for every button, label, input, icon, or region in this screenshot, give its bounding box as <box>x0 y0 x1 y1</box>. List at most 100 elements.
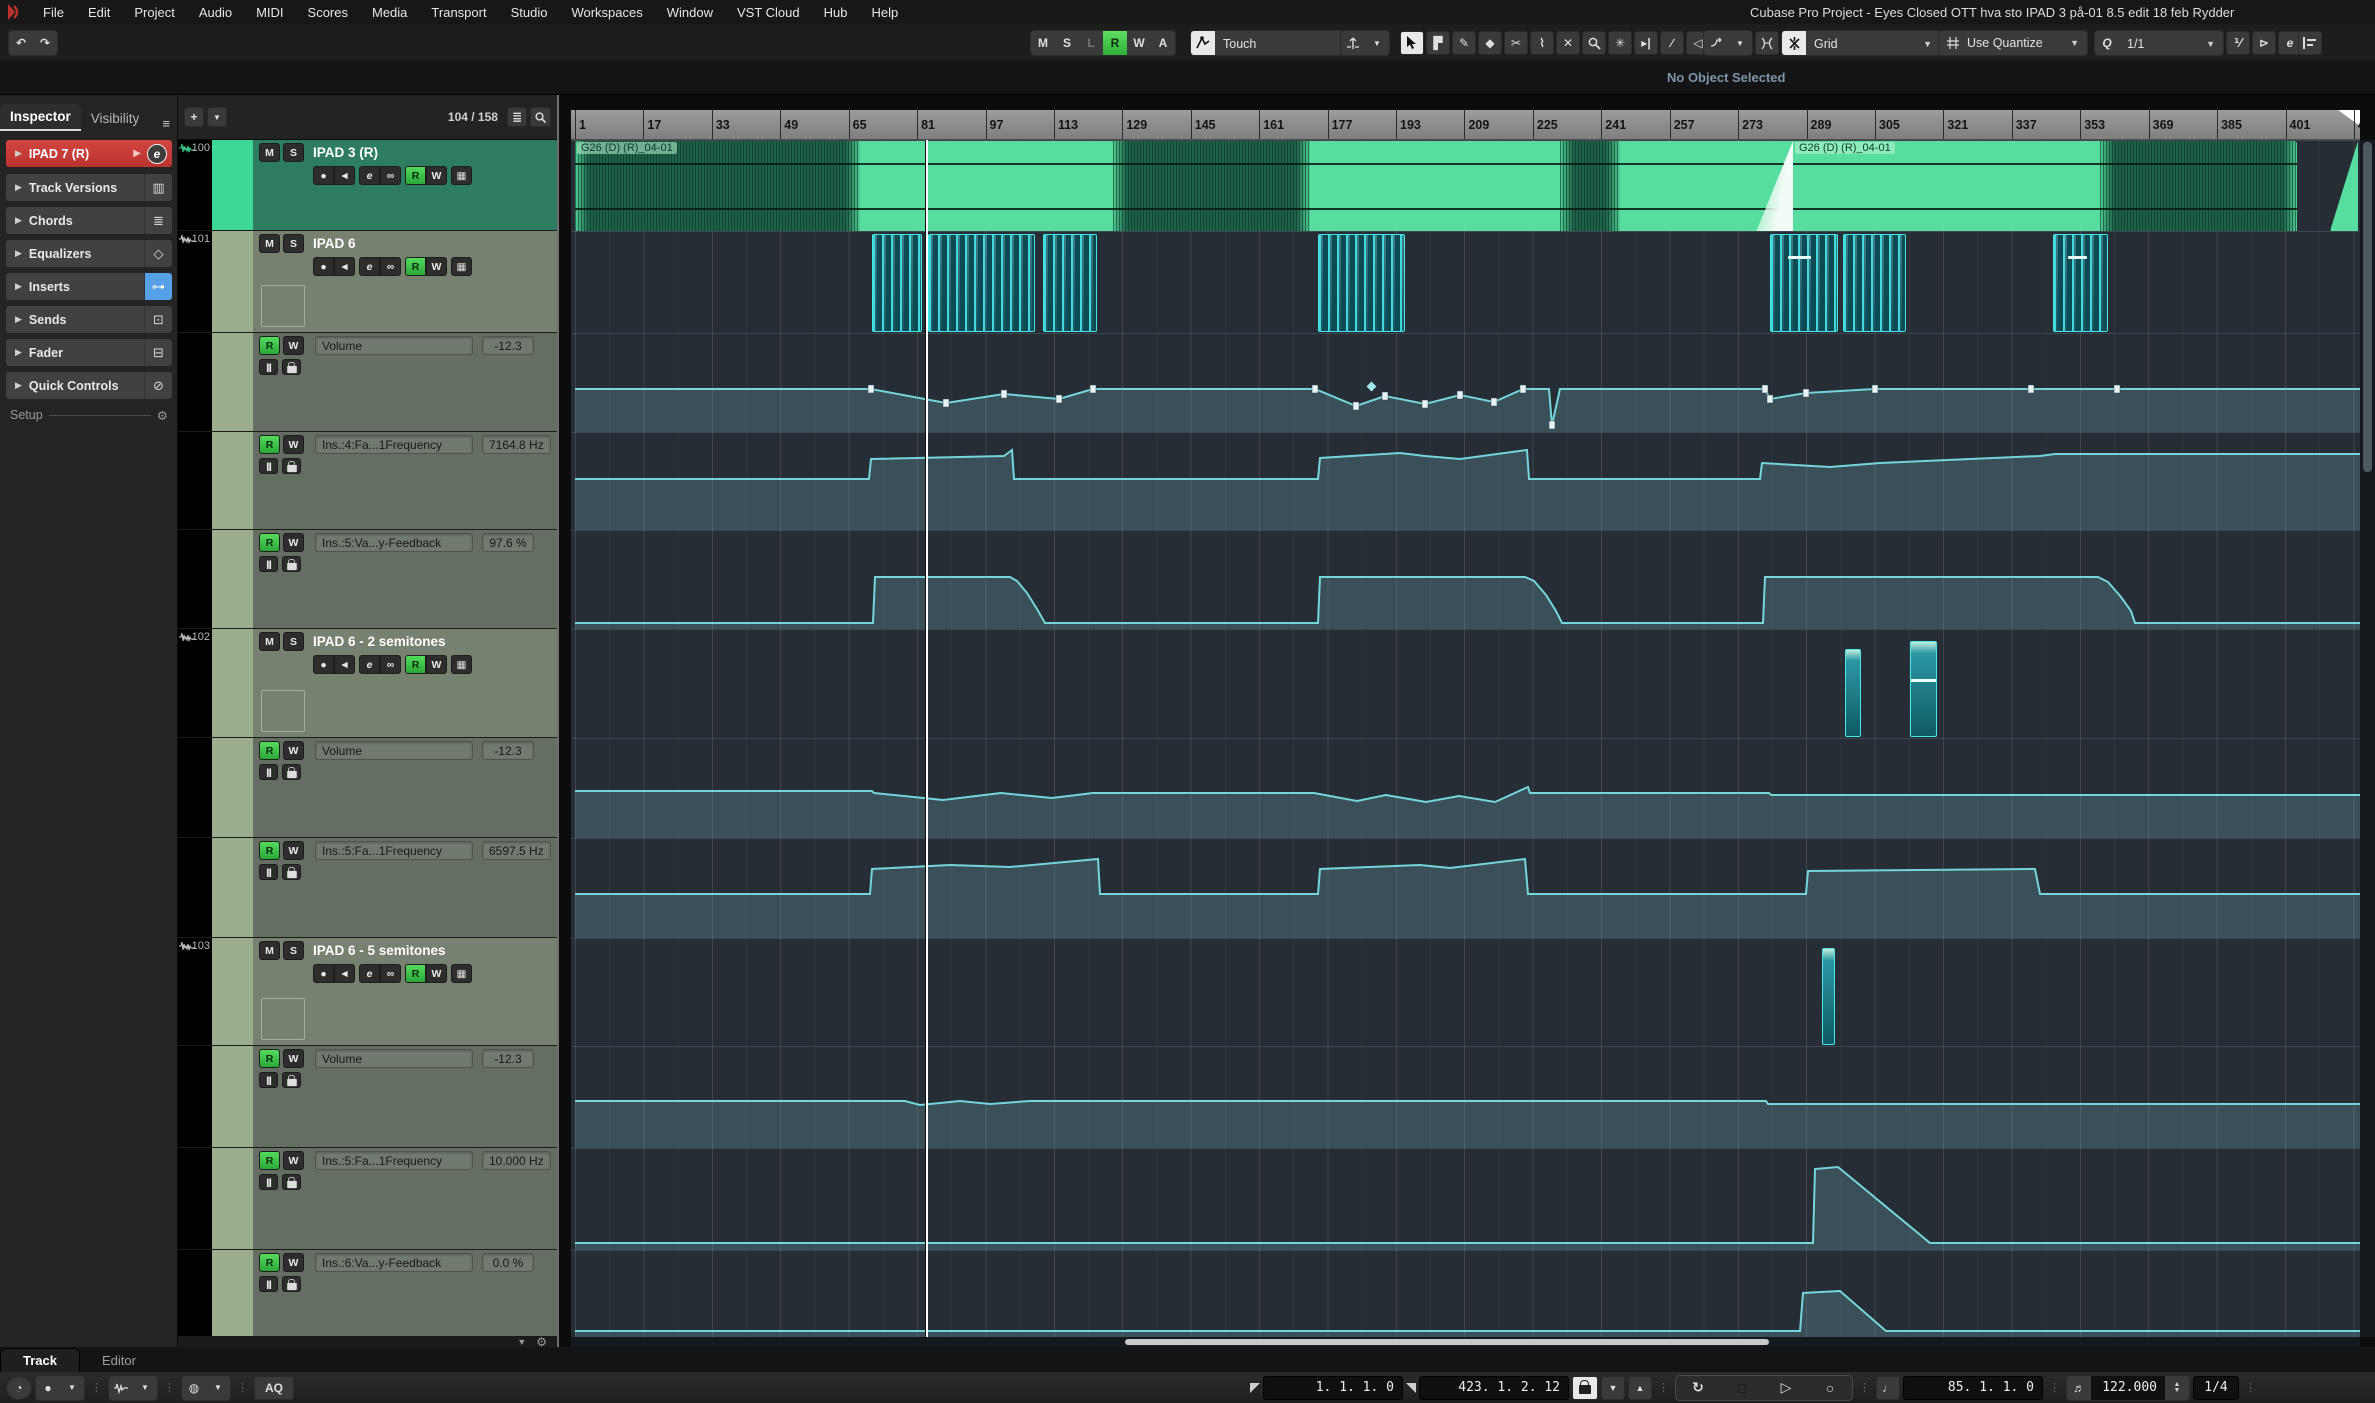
audio-quantize-button[interactable]: AQ <box>254 1376 294 1400</box>
suspend-read-button[interactable]: ||| <box>259 1276 278 1292</box>
solo-button[interactable]: S <box>283 234 304 253</box>
range-selection-tool-icon[interactable]: ▛ <box>1426 31 1450 55</box>
suspend-read-button[interactable]: ||| <box>259 359 278 375</box>
read-automation-button[interactable]: R <box>259 841 280 860</box>
track-row-body[interactable]: MSIPAD 3 (R)●◄e∞RW▦ <box>253 140 557 230</box>
read-automation-button[interactable]: R <box>259 741 280 760</box>
audio-event-ipad3[interactable]: G26 (D) (R)_04-01G26 (D) (R)_04-01 <box>575 141 2297 231</box>
lock-icon[interactable] <box>282 359 301 375</box>
inspector-section-quick-controls[interactable]: ▶Quick Controls⊘ <box>6 372 172 399</box>
track-search-icon[interactable] <box>530 107 551 127</box>
record-enable-button[interactable]: ● <box>313 964 334 983</box>
line-tool-icon[interactable]: ∕ <box>1660 31 1684 55</box>
write-automation-button[interactable]: W <box>283 1151 304 1170</box>
automation-curve-freq-102[interactable] <box>571 839 2360 939</box>
track-event-lane[interactable] <box>571 938 2360 1046</box>
freeze-button[interactable]: ∞ <box>380 257 401 276</box>
vertical-scrollbar[interactable] <box>2360 140 2375 1337</box>
audio-event-small[interactable] <box>1845 649 1861 737</box>
write-automation-button[interactable]: W <box>426 655 447 674</box>
write-automation-button[interactable]: W <box>283 741 304 760</box>
read-automation-button[interactable]: R <box>405 257 426 276</box>
suspend-read-button[interactable]: ||| <box>259 458 278 474</box>
glue-tool-icon[interactable]: ⌇ <box>1530 31 1554 55</box>
inspector-section-inserts[interactable]: ▶Inserts⊶ <box>6 273 172 300</box>
automation-value-field[interactable]: 10.000 Hz <box>482 1151 551 1170</box>
punch-out-icon[interactable]: ▲ <box>1628 1376 1652 1400</box>
right-locator-icon[interactable] <box>1406 1383 1416 1393</box>
add-track-caret[interactable]: ▼ <box>207 107 227 127</box>
cycle-button[interactable]: ↻ <box>1676 1376 1720 1400</box>
record-enable-button[interactable]: ● <box>313 257 334 276</box>
edit-channel-button[interactable]: e <box>147 144 167 164</box>
automation-lane-row[interactable]: RWIns.:4:Fa...1Frequency7164.8 Hz||| <box>178 432 557 530</box>
edit-channel-button[interactable]: e <box>359 166 380 185</box>
tab-editor[interactable]: Editor <box>80 1349 158 1372</box>
triplet-icon[interactable]: ⅟ <box>2226 31 2250 55</box>
locator-lock-icon[interactable] <box>1572 1376 1598 1400</box>
menu-scores[interactable]: Scores <box>298 3 358 22</box>
chords-icon[interactable]: ≣ <box>144 207 172 234</box>
lock-icon[interactable] <box>282 1072 301 1088</box>
state-button-s[interactable]: S <box>1055 31 1079 55</box>
record-mode-caret[interactable]: ▼ <box>60 1376 84 1400</box>
menu-window[interactable]: Window <box>657 3 723 22</box>
automation-curve-volume-102[interactable] <box>571 739 2360 839</box>
timeline-ruler[interactable]: 1173349658197113129145161177193209225241… <box>571 110 2360 140</box>
sliced-audio-event[interactable] <box>1770 234 1838 332</box>
snap-type-select[interactable]: Grid ▼ <box>1806 31 1940 56</box>
lock-icon[interactable] <box>282 1276 301 1292</box>
automation-value-field[interactable]: 0.0 % <box>482 1253 534 1272</box>
state-button-m[interactable]: M <box>1031 31 1055 55</box>
read-automation-button[interactable]: R <box>405 655 426 674</box>
channel-strip-icon[interactable]: ▦ <box>451 166 472 185</box>
state-button-r[interactable]: R <box>1103 31 1127 55</box>
track-row-body[interactable]: RWIns.:5:Fa...1Frequency10.000 Hz||| <box>253 1148 557 1249</box>
write-automation-button[interactable]: W <box>283 841 304 860</box>
write-automation-button[interactable]: W <box>283 533 304 552</box>
lock-icon[interactable] <box>282 864 301 880</box>
inspector-track-header[interactable]: ▶ IPAD 7 (R) ▶ e <box>6 140 172 167</box>
suspend-read-button[interactable]: ||| <box>259 764 278 780</box>
automation-curve-feedback-103[interactable] <box>571 1251 2360 1337</box>
write-automation-button[interactable]: W <box>283 336 304 355</box>
quick-controls-icon[interactable]: ⊘ <box>144 372 172 399</box>
solo-button[interactable]: S <box>283 632 304 651</box>
iterative-quantize-icon[interactable]: Q <box>2095 31 2119 55</box>
freeze-button[interactable]: ∞ <box>380 655 401 674</box>
menu-workspaces[interactable]: Workspaces <box>561 3 652 22</box>
fader-icon[interactable]: ⊟ <box>144 339 172 366</box>
equalizers-icon[interactable]: ◇ <box>144 240 172 267</box>
track-header-row[interactable]: 103MSIPAD 6 - 5 semitones●◄e∞RW▦ <box>178 938 557 1046</box>
automation-lane-row[interactable]: RWVolume-12.3||| <box>178 738 557 838</box>
automation-value-field[interactable]: -12.3 <box>482 336 534 355</box>
left-locator-icon[interactable] <box>1250 1383 1260 1393</box>
mute-button[interactable]: M <box>259 143 280 162</box>
read-automation-button[interactable]: R <box>405 964 426 983</box>
tempo-track-icon[interactable]: ♬ <box>2067 1376 2091 1400</box>
track-event-lane[interactable]: G26 (D) (R)_04-01G26 (D) (R)_04-01 <box>571 140 2360 231</box>
tab-visibility[interactable]: Visibility <box>81 106 150 131</box>
suspend-read-button[interactable]: ||| <box>259 1072 278 1088</box>
menu-vst-cloud[interactable]: VST Cloud <box>727 3 810 22</box>
menu-transport[interactable]: Transport <box>421 3 496 22</box>
track-row-body[interactable]: RWVolume-12.3||| <box>253 333 557 431</box>
sliced-audio-event[interactable] <box>1318 234 1405 332</box>
redo-button[interactable]: ↷ <box>33 31 57 55</box>
state-button-a[interactable]: A <box>1151 31 1175 55</box>
write-automation-button[interactable]: W <box>426 257 447 276</box>
mute-button[interactable]: M <box>259 234 280 253</box>
draw-tool-icon[interactable]: ✎ <box>1452 31 1476 55</box>
automation-parameter-field[interactable]: Ins.:4:Fa...1Frequency <box>315 435 473 454</box>
lock-icon[interactable] <box>282 764 301 780</box>
monitor-button[interactable]: ◄ <box>334 257 355 276</box>
freeze-button[interactable]: ∞ <box>380 166 401 185</box>
edit-channel-button[interactable]: e <box>359 964 380 983</box>
record-enable-button[interactable]: ● <box>313 166 334 185</box>
automation-parameter-field[interactable]: Ins.:5:Fa...1Frequency <box>315 1151 473 1170</box>
audio-event-small[interactable] <box>1910 641 1937 737</box>
menu-media[interactable]: Media <box>362 3 417 22</box>
automation-value-field[interactable]: -12.3 <box>482 741 534 760</box>
automation-display-lane[interactable] <box>571 838 2360 938</box>
panel-splitter[interactable] <box>557 95 559 1347</box>
